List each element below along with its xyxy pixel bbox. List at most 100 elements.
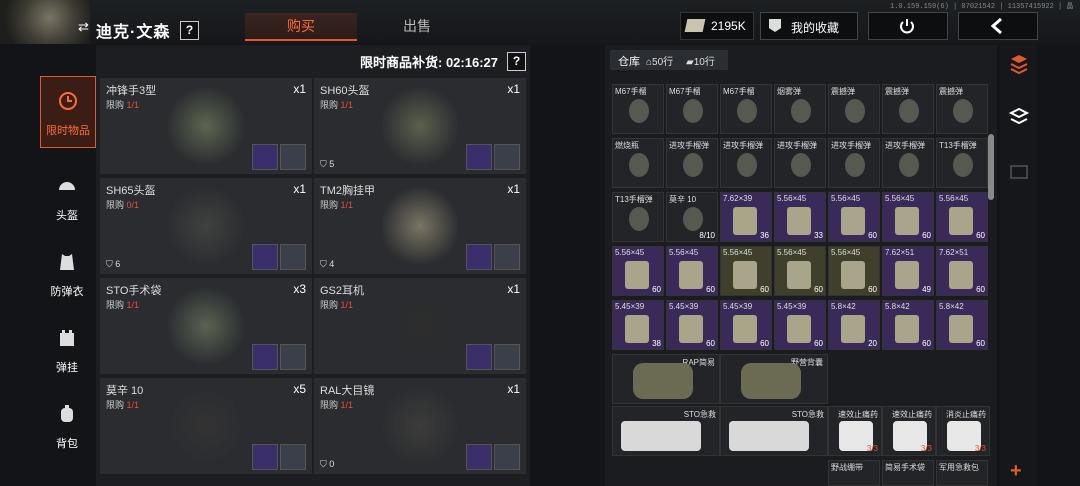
cell-label: 5.56×45: [615, 248, 645, 257]
inventory-cell[interactable]: 烟雾弹: [774, 84, 826, 134]
inventory-cell[interactable]: 进攻手榴弹: [828, 138, 880, 188]
inventory-cell[interactable]: 5.56×45 60: [774, 246, 826, 296]
limited-item-card[interactable]: SH65头盔 x1 限购 0/1 ⛉ 6: [100, 178, 312, 274]
inventory-cell[interactable]: 莫辛 10 8/10: [666, 192, 718, 242]
category-limited[interactable]: 限时物品: [40, 76, 96, 148]
item-qty: x5: [293, 382, 306, 396]
inventory-med[interactable]: STO急救: [720, 406, 828, 456]
item-slot[interactable]: [280, 344, 306, 370]
image-icon[interactable]: [1010, 165, 1028, 179]
category-helmet[interactable]: 头盔: [40, 162, 94, 232]
item-slot[interactable]: [280, 244, 306, 270]
warehouse-scrollbar[interactable]: [988, 134, 994, 200]
item-image: [382, 186, 458, 266]
inventory-cell[interactable]: 5.8×42 60: [936, 300, 988, 350]
sort-icon[interactable]: [1008, 53, 1030, 75]
expand-storage-button[interactable]: +: [1010, 460, 1022, 483]
inventory-cell[interactable]: 5.56×45 33: [774, 192, 826, 242]
inventory-cell[interactable]: 5.56×45 60: [936, 192, 988, 242]
inventory-med[interactable]: 消炎止痛药 3/3: [936, 406, 990, 456]
inventory-cell[interactable]: 进攻手榴弹: [720, 138, 772, 188]
inventory-cell[interactable]: T13手榴弹: [936, 138, 988, 188]
inventory-bag[interactable]: RAP简易: [612, 354, 720, 404]
item-slot[interactable]: [280, 144, 306, 170]
inventory-cell[interactable]: 5.8×42 60: [882, 300, 934, 350]
inventory-cell[interactable]: 5.45×39 38: [612, 300, 664, 350]
inventory-bag[interactable]: 野营背囊: [720, 354, 828, 404]
item-slot[interactable]: [252, 444, 278, 470]
inventory-cell[interactable]: 5.8×42 20: [828, 300, 880, 350]
inventory-cell[interactable]: 进攻手榴弹: [666, 138, 718, 188]
back-button[interactable]: [958, 12, 1038, 40]
inventory-cell[interactable]: 5.56×45 60: [666, 246, 718, 296]
inventory-cell[interactable]: 5.56×45 60: [882, 192, 934, 242]
category-vest[interactable]: 防弹衣: [40, 238, 94, 308]
item-slot[interactable]: [494, 444, 520, 470]
inventory-med[interactable]: STO急救: [612, 406, 720, 456]
item-slot[interactable]: [494, 344, 520, 370]
limited-item-card[interactable]: RAL大目镜 x1 限购 1/1 ⛉ 0: [314, 378, 526, 474]
inventory-cell[interactable]: 震撼弹: [936, 84, 988, 134]
power-button[interactable]: [868, 12, 948, 40]
tab-sell[interactable]: 出售: [362, 13, 472, 39]
inventory-cell[interactable]: 野战绷带: [828, 460, 880, 486]
inventory-cell[interactable]: 5.45×39 60: [666, 300, 718, 350]
inventory-cell[interactable]: 7.62×51 60: [936, 246, 988, 296]
tab-buy[interactable]: 购买: [245, 13, 357, 41]
inventory-cell[interactable]: 5.56×45 60: [828, 192, 880, 242]
inventory-cell[interactable]: 燃烧瓶: [612, 138, 664, 188]
item-slot[interactable]: [466, 244, 492, 270]
item-slot[interactable]: [280, 444, 306, 470]
inventory-cell[interactable]: 7.62×51 49: [882, 246, 934, 296]
warehouse-cash-rows: ▰10行: [686, 57, 715, 68]
inventory-cell[interactable]: 进攻手榴弹: [882, 138, 934, 188]
inventory-cell[interactable]: T13手榴弹: [612, 192, 664, 242]
inventory-cell[interactable]: 5.56×45 60: [828, 246, 880, 296]
inventory-cell[interactable]: 5.56×45 60: [612, 246, 664, 296]
stack-icon[interactable]: [1008, 105, 1030, 127]
trader-avatar[interactable]: [0, 0, 90, 44]
restock-help-button[interactable]: ?: [507, 52, 526, 71]
inventory-cell[interactable]: 7.62×39 36: [720, 192, 772, 242]
inventory-cell[interactable]: 震撼弹: [882, 84, 934, 134]
item-limit: 限购 1/1: [106, 400, 140, 410]
favorites-button[interactable]: 我的收藏: [760, 12, 858, 40]
limited-item-card[interactable]: GS2耳机 x1 限购 1/1: [314, 278, 526, 374]
category-rig[interactable]: 弹挂: [40, 314, 94, 384]
inventory-cell[interactable]: 简易手术袋: [882, 460, 934, 486]
inventory-med[interactable]: 速效止痛药 3/3: [882, 406, 936, 456]
inventory-cell[interactable]: 5.45×39 60: [774, 300, 826, 350]
item-qty: x1: [507, 82, 520, 96]
category-backpack[interactable]: 背包: [40, 390, 94, 460]
trader-help-button[interactable]: ?: [180, 21, 199, 40]
item-name: STO手术袋: [106, 285, 162, 297]
trader-name: 迪克·文森: [96, 24, 171, 41]
inventory-cell[interactable]: M67手榴: [666, 84, 718, 134]
limited-item-card[interactable]: SH60头盔 x1 限购 1/1 ⛉ 5: [314, 78, 526, 174]
item-slot[interactable]: [466, 344, 492, 370]
inventory-cell[interactable]: M67手榴: [720, 84, 772, 134]
inventory-cell[interactable]: 震撼弹: [828, 84, 880, 134]
item-slot[interactable]: [494, 144, 520, 170]
item-slot[interactable]: [494, 244, 520, 270]
item-slot[interactable]: [252, 144, 278, 170]
backpack-icon: [61, 405, 73, 422]
inventory-cell[interactable]: 5.56×45 60: [720, 246, 772, 296]
inventory-cell[interactable]: 5.45×39 60: [720, 300, 772, 350]
inventory-med[interactable]: 速效止痛药 3/3: [828, 406, 882, 456]
armor-level: ⛉ 6: [106, 259, 121, 269]
item-slot[interactable]: [252, 344, 278, 370]
limited-item-card[interactable]: STO手术袋 x3 限购 1/1: [100, 278, 312, 374]
limited-item-card[interactable]: 冲锋手3型 x1 限购 1/1: [100, 78, 312, 174]
cell-label: 5.56×45: [885, 194, 915, 203]
inventory-cell[interactable]: 军用急救包: [936, 460, 988, 486]
item-icon: [845, 99, 865, 123]
item-slot[interactable]: [466, 144, 492, 170]
limited-item-card[interactable]: 莫辛 10 x5 限购 1/1: [100, 378, 312, 474]
inventory-cell[interactable]: M67手榴: [612, 84, 664, 134]
item-slot[interactable]: [466, 444, 492, 470]
item-slot[interactable]: [252, 244, 278, 270]
limited-item-card[interactable]: TM2胸挂甲 x1 限购 1/1 ⛉ 4: [314, 178, 526, 274]
cell-count: 60: [814, 285, 823, 294]
inventory-cell[interactable]: 进攻手榴弹: [774, 138, 826, 188]
